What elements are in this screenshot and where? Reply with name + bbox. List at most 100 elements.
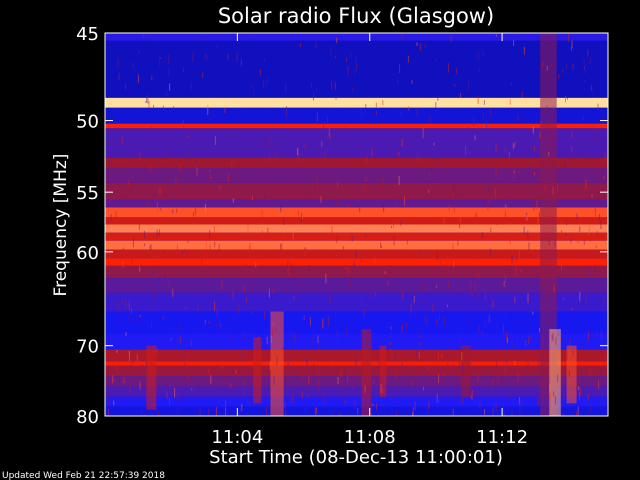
speckle [336,330,338,340]
speckle [107,408,109,416]
speckle [286,106,288,109]
speckle [206,348,208,352]
speckle [471,290,473,296]
speckle [527,293,529,304]
speckle [213,182,215,189]
speckle [433,142,435,146]
speckle [467,318,469,323]
speckle [477,373,479,383]
speckle [365,339,367,346]
speckle [477,274,479,279]
speckle [305,358,307,363]
speckle [495,373,497,381]
speckle [515,266,517,275]
frequency-band [105,123,608,129]
speckle [177,334,179,343]
speckle [219,186,221,189]
speckle [569,402,571,409]
speckle [453,184,455,193]
speckle [195,160,197,166]
speckle [455,291,457,296]
speckle [582,115,584,121]
speckle [308,375,310,385]
speckle [540,120,542,126]
speckle [552,186,554,195]
speckle [331,360,333,367]
speckle [521,385,523,391]
speckle [587,394,589,401]
speckle [224,108,226,114]
speckle [436,319,438,325]
speckle [289,280,291,290]
speckle [459,214,461,225]
speckle [474,213,476,220]
speckle [128,180,130,186]
speckle [331,80,333,90]
frequency-band [105,199,608,208]
speckle [533,145,535,152]
speckle [600,369,602,377]
speckle [272,289,274,293]
speckle [291,264,293,273]
speckle [243,284,245,292]
speckle [239,365,241,371]
speckle [389,341,391,346]
speckle [122,300,124,304]
speckle [324,127,326,132]
speckle [445,281,447,284]
speckle [351,235,353,242]
speckle [115,211,117,220]
speckle [411,80,413,85]
speckle [426,317,428,325]
speckle [457,191,459,196]
speckle [587,331,589,341]
speckle [433,201,435,205]
speckle [583,58,585,68]
speckle [238,162,240,169]
speckle [485,118,487,128]
frequency-band [105,232,608,241]
speckle [519,400,521,408]
speckle [357,407,359,414]
speckle [400,110,402,116]
speckle [106,380,108,384]
speckle [358,141,360,148]
y-tick-label: 70 [76,337,99,358]
speckle [520,269,522,273]
speckle [362,178,364,188]
speckle [231,162,233,170]
speckle [350,52,352,57]
speckle [480,346,482,351]
speckle [347,204,349,208]
speckle [191,387,193,392]
speckle [510,139,512,146]
speckle [583,66,585,70]
speckle [156,202,158,212]
speckle [204,171,206,178]
speckle [113,400,115,406]
speckle [519,132,521,142]
speckle [268,288,270,298]
speckle [473,393,475,400]
speckle [515,258,517,261]
speckle [187,374,189,381]
speckle [423,313,425,323]
speckle [266,336,268,345]
speckle [229,346,231,349]
frequency-band [105,224,608,233]
speckle [269,154,271,162]
speckle [572,63,574,70]
speckle [599,151,601,162]
speckle [244,331,246,341]
speckle [453,394,455,399]
speckle [397,405,399,408]
speckle [493,404,495,408]
speckle [327,117,329,123]
speckle [568,155,570,163]
speckle [510,81,512,86]
speckle [472,313,474,317]
speckle [251,330,253,338]
speckle [331,412,333,416]
speckle [568,370,570,377]
speckle [138,263,140,271]
